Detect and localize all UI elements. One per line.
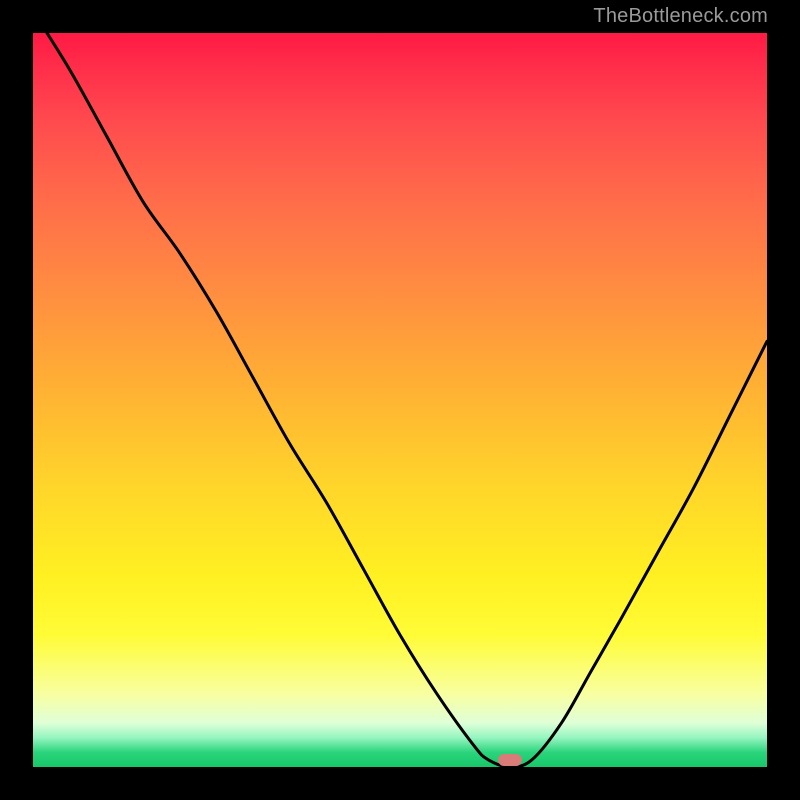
gradient-background xyxy=(33,33,767,767)
minimum-marker xyxy=(498,754,522,766)
watermark-label: TheBottleneck.com xyxy=(593,5,768,28)
bottleneck-chart: TheBottleneck.com xyxy=(0,0,800,800)
plot-area xyxy=(33,33,767,767)
